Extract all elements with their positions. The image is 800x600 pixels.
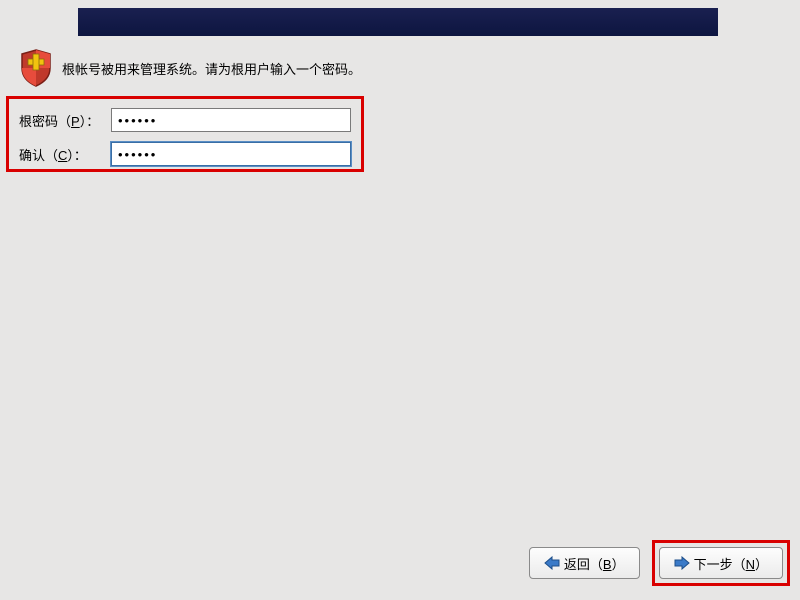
password-label: 根密码（P）： (19, 111, 111, 130)
back-button[interactable]: 返回（B） (529, 547, 640, 579)
description-text: 根帐号被用来管理系统。请为根用户输入一个密码。 (62, 59, 361, 78)
root-password-form: 根密码（P）： 确认（C）： (6, 96, 364, 172)
button-bar: 返回（B） 下一步（N） (529, 540, 790, 586)
password-input[interactable] (111, 108, 351, 132)
next-button-highlight: 下一步（N） (652, 540, 790, 586)
arrow-left-icon (544, 556, 560, 570)
confirm-label: 确认（C）： (19, 145, 111, 164)
shield-icon (18, 48, 54, 88)
confirm-input[interactable] (111, 142, 351, 166)
password-row: 根密码（P）： (19, 107, 351, 133)
header-banner (78, 8, 718, 36)
description-row: 根帐号被用来管理系统。请为根用户输入一个密码。 (18, 48, 361, 88)
arrow-right-icon (674, 556, 690, 570)
next-button[interactable]: 下一步（N） (659, 547, 783, 579)
confirm-row: 确认（C）： (19, 141, 351, 167)
